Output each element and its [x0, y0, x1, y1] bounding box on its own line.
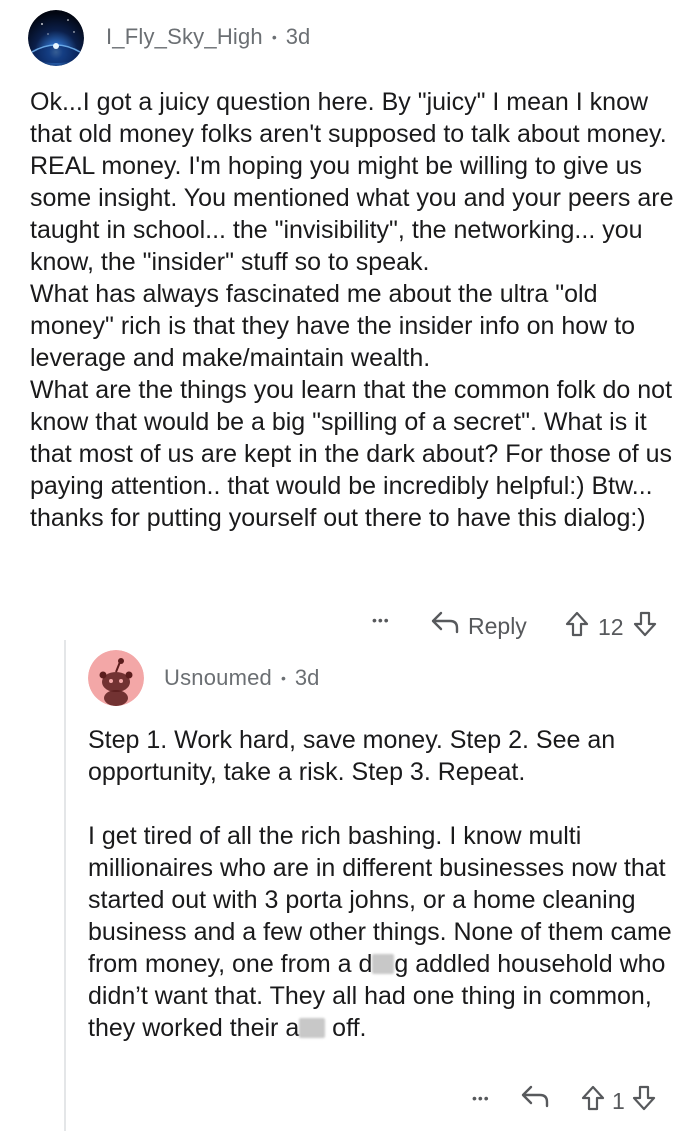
- vote-controls: 12: [564, 610, 658, 644]
- upvote-icon[interactable]: [580, 1084, 606, 1118]
- more-options-icon: •••: [372, 612, 390, 628]
- redacted-text: [299, 1018, 326, 1038]
- comment-header: Usnoumed • 3d: [164, 665, 319, 691]
- comment-body: Ok...I got a juicy question here. By "ju…: [30, 86, 685, 534]
- username[interactable]: Usnoumed: [164, 665, 272, 691]
- downvote-icon[interactable]: [632, 610, 658, 644]
- separator-dot: •: [271, 29, 277, 45]
- reply-arrow-icon: [430, 610, 460, 642]
- downvote-icon[interactable]: [631, 1084, 657, 1118]
- more-options-icon: •••: [472, 1090, 490, 1106]
- vote-controls: 1: [580, 1084, 657, 1118]
- reply-button[interactable]: [520, 1084, 550, 1116]
- reply-arrow-icon: [520, 1084, 550, 1116]
- reply-button[interactable]: Reply: [430, 610, 527, 642]
- comment-paragraph: What has always fascinated me about the …: [30, 280, 636, 372]
- user-avatar-icon[interactable]: [28, 10, 84, 66]
- comment-paragraph: What are the things you learn that the c…: [30, 376, 673, 532]
- comment-age: 3d: [294, 665, 320, 690]
- user-avatar-icon[interactable]: [88, 650, 144, 706]
- comment-age: 3d: [285, 24, 311, 49]
- vote-score: 12: [598, 613, 624, 640]
- vote-score: 1: [612, 1087, 625, 1114]
- comment-paragraph: I get tired of all the rich bashing. I k…: [88, 820, 686, 1044]
- more-options-button[interactable]: •••: [472, 1090, 490, 1106]
- separator-dot: •: [281, 670, 286, 686]
- comment-header: I_Fly_Sky_High • 3d: [106, 24, 310, 50]
- username[interactable]: I_Fly_Sky_High: [106, 24, 263, 50]
- more-options-button[interactable]: •••: [372, 612, 390, 628]
- thread-line: [64, 640, 66, 1131]
- upvote-icon[interactable]: [564, 610, 590, 644]
- comment-text: off.: [325, 1014, 367, 1042]
- comment-paragraph: Step 1. Work hard, save money. Step 2. S…: [88, 726, 616, 786]
- comment-body: Step 1. Work hard, save money. Step 2. S…: [88, 724, 686, 1044]
- redacted-text: [372, 954, 395, 974]
- reply-label: Reply: [468, 612, 527, 639]
- comment-paragraph: Ok...I got a juicy question here. By "ju…: [30, 88, 674, 276]
